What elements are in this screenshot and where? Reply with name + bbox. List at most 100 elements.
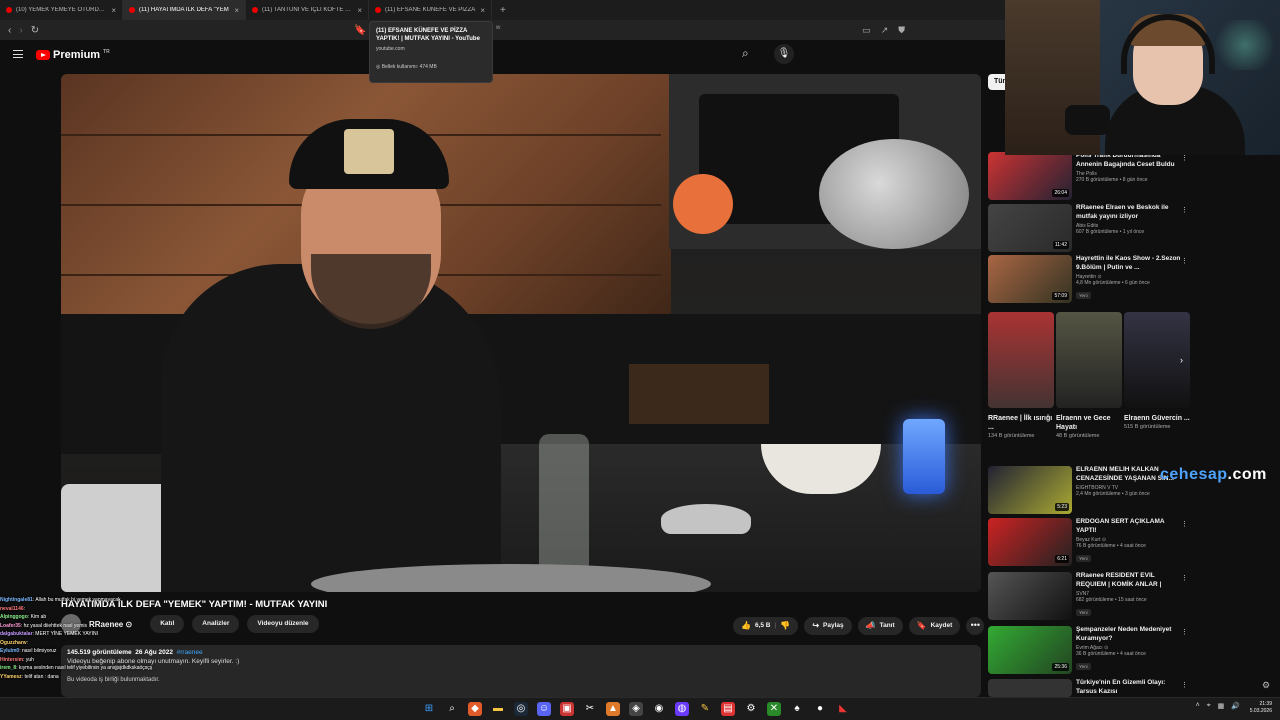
shield-icon[interactable]: ⛊ bbox=[898, 25, 905, 36]
share-page-icon[interactable]: ↗ bbox=[881, 25, 889, 36]
new-badge: Yeni bbox=[1076, 663, 1091, 670]
new-badge: Yeni bbox=[1076, 555, 1091, 562]
recommended-video[interactable]: 25:36 Şempanzeler Neden Medeniyet Kuramı… bbox=[988, 626, 1188, 674]
windows-start-icon[interactable]: ⊞ bbox=[422, 702, 436, 716]
vlc-icon[interactable]: ▲ bbox=[606, 702, 620, 716]
more-vert-icon[interactable]: ⋮ bbox=[1181, 257, 1188, 265]
microphone-icon[interactable]: 🎙 bbox=[774, 44, 794, 64]
gear-icon[interactable]: ⚙ bbox=[1262, 680, 1270, 691]
video-thumbnail[interactable]: 11:42 bbox=[988, 204, 1072, 252]
youtube-favicon-icon bbox=[252, 7, 258, 13]
new-tab-button[interactable]: + bbox=[492, 5, 514, 16]
browser-tab[interactable]: (11) TANTUNİ VE İÇLİ KÖFTE YAPTIK× bbox=[246, 0, 369, 20]
chat-message: irem_8: kıyma seslnden nasıl telif yiyeb… bbox=[0, 665, 153, 671]
excel-icon[interactable]: ✕ bbox=[767, 702, 781, 716]
thumbs-down-icon[interactable]: 👎 bbox=[780, 617, 790, 635]
media-app-icon[interactable]: ▣ bbox=[560, 702, 574, 716]
picture-in-picture-camera bbox=[669, 74, 981, 249]
recommended-video[interactable]: 5:23 ELRAENN MELİH KALKAN CENAZESİNDE YA… bbox=[988, 466, 1188, 514]
video-thumbnail[interactable]: 6:21 bbox=[988, 518, 1072, 566]
more-vert-icon[interactable]: ⋮ bbox=[1181, 681, 1188, 689]
volume-icon[interactable]: 🔊 bbox=[1231, 702, 1240, 710]
share-button[interactable]: ↪ Paylaş bbox=[804, 617, 852, 635]
app-icon[interactable]: ♠ bbox=[790, 702, 804, 716]
bookmark-icon[interactable]: 🔖 bbox=[354, 25, 366, 36]
app-icon[interactable]: ◍ bbox=[675, 702, 689, 716]
file-explorer-icon[interactable]: ▬ bbox=[491, 702, 505, 716]
video-thumbnail[interactable]: 5:23 bbox=[988, 466, 1072, 514]
chat-message: Nightingale81: Allah bu mutfak bi yemek … bbox=[0, 597, 121, 603]
video-thumbnail[interactable]: 26:04 bbox=[988, 152, 1072, 200]
short-info[interactable]: Elraenn Güvercin ... 515 B görüntüleme bbox=[1124, 414, 1190, 432]
chat-message: Eylulm0: nasıl bilmiyoruz bbox=[0, 648, 57, 654]
close-tab-icon[interactable]: × bbox=[480, 6, 485, 15]
reload-icon[interactable]: ↻ bbox=[31, 25, 39, 36]
browser-tab[interactable]: (10) YEMEK YEMEYE OTURDUK, AZA× bbox=[0, 0, 123, 20]
close-tab-icon[interactable]: × bbox=[234, 6, 239, 15]
settings-gear-icon[interactable]: ⚙ bbox=[744, 702, 758, 716]
app-icon[interactable]: ● bbox=[813, 702, 827, 716]
browser-tab-active[interactable]: (11) HAYATIMDA İLK DEFA "YEM × bbox=[123, 0, 246, 20]
more-vert-icon[interactable]: ⋮ bbox=[1181, 574, 1188, 582]
url-text[interactable]: w bbox=[496, 25, 500, 31]
capcut-icon[interactable]: ✂ bbox=[583, 702, 597, 716]
more-vert-icon[interactable]: ⋮ bbox=[1181, 154, 1188, 162]
recommended-video[interactable]: 11:42 RRaenee Elraen ve Beskok ile mutfa… bbox=[988, 204, 1188, 252]
search-icon[interactable]: ⌕ bbox=[742, 46, 758, 62]
chat-message: Hintersim: yuh bbox=[0, 656, 34, 663]
discord-icon[interactable]: ☺ bbox=[537, 702, 551, 716]
close-tab-icon[interactable]: × bbox=[111, 6, 116, 15]
network-icon[interactable]: ▦ bbox=[1218, 702, 1225, 710]
search-icon[interactable]: ⌕ bbox=[445, 702, 459, 716]
steam-icon[interactable]: ◎ bbox=[514, 702, 528, 716]
pdf-icon[interactable]: ▤ bbox=[721, 702, 735, 716]
close-tab-icon[interactable]: × bbox=[357, 6, 362, 15]
chevron-up-icon[interactable]: ˄ bbox=[1196, 702, 1200, 710]
brave-browser-icon[interactable]: ◆ bbox=[468, 702, 482, 716]
chevron-right-icon[interactable]: › bbox=[1180, 355, 1183, 365]
app-icon[interactable]: ◣ bbox=[836, 702, 850, 716]
video-thumbnail[interactable]: 25:36 bbox=[988, 626, 1072, 674]
chat-message: neval1146: bbox=[0, 605, 26, 612]
new-badge: Yeni bbox=[1076, 292, 1091, 299]
more-actions-button[interactable]: ••• bbox=[966, 617, 985, 635]
obs-icon[interactable]: ◉ bbox=[652, 702, 666, 716]
short-thumbnail[interactable] bbox=[988, 312, 1054, 408]
cap-patch bbox=[344, 129, 394, 174]
video-thumbnail[interactable] bbox=[988, 679, 1072, 697]
chat-message: dalgabuktalar: MERT YİNE YEMEK YAYINI bbox=[0, 631, 99, 637]
recommended-video[interactable]: Türkiye'nin En Gizemli Olayı: Tarsus Kaz… bbox=[988, 679, 1188, 697]
chat-message: Alpinggogo: Kim ab bbox=[0, 614, 47, 620]
video-thumbnail[interactable] bbox=[988, 572, 1072, 620]
recommended-video[interactable]: 57:09 Hayrettin ile Kaos Show - 2.Sezon … bbox=[988, 255, 1188, 303]
stream-chat-overlay: Nightingale81: Allah bu mutfak bi yemek … bbox=[0, 596, 300, 681]
system-clock[interactable]: 21:39 5.03.2026 bbox=[1250, 701, 1272, 715]
recommended-video[interactable]: RRaenee RESIDENT EVIL REQUIEM | KOMİK AN… bbox=[988, 572, 1188, 620]
pin-icon[interactable]: ⌖ bbox=[1207, 702, 1211, 710]
recommended-video[interactable]: 6:21 ERDOĞAN SERT AÇIKLAMA YAPTI! Beyaz … bbox=[988, 518, 1188, 566]
tab-search-icon[interactable]: ▭ bbox=[862, 25, 871, 36]
recommended-video[interactable]: 26:04 Polis Trafik Durdurmasında Annenin… bbox=[988, 152, 1188, 200]
like-button[interactable]: 👍 6,5 B | 👎 bbox=[733, 617, 799, 635]
megaphone-icon: 📣 bbox=[865, 621, 876, 630]
hamburger-menu-icon[interactable] bbox=[13, 50, 23, 58]
app-icon[interactable]: ◈ bbox=[629, 702, 643, 716]
youtube-logo[interactable]: Premium TR bbox=[36, 49, 110, 61]
video-thumbnail[interactable]: 57:09 bbox=[988, 255, 1072, 303]
promote-button[interactable]: 📣 Tanıt bbox=[857, 617, 903, 635]
short-thumbnail[interactable] bbox=[1056, 312, 1122, 408]
forward-arrow-icon[interactable]: › bbox=[19, 25, 22, 36]
address-bar-row: ‹ › ↻ 🔖 w ▭ ↗ ⛊ bbox=[0, 20, 1005, 40]
short-info[interactable]: Elraenn ve Gece Hayatı 48 B görüntüleme bbox=[1056, 414, 1122, 441]
more-vert-icon[interactable]: ⋮ bbox=[1181, 628, 1188, 636]
more-vert-icon[interactable]: ⋮ bbox=[1181, 206, 1188, 214]
more-vert-icon[interactable]: ⋮ bbox=[1181, 520, 1188, 528]
back-arrow-icon[interactable]: ‹ bbox=[8, 25, 11, 36]
youtube-favicon-icon bbox=[129, 7, 135, 13]
notes-icon[interactable]: ✎ bbox=[698, 702, 712, 716]
bookmark-icon: 🔖 bbox=[916, 621, 927, 630]
video-player[interactable] bbox=[61, 74, 981, 592]
save-button[interactable]: 🔖 Kaydet bbox=[908, 617, 961, 635]
short-info[interactable]: RRaenee | İlk ısırığı ... 134 B görüntül… bbox=[988, 414, 1054, 441]
browser-tab[interactable]: (11) EFSANE KÜNEFE VE PİZZA × bbox=[369, 0, 492, 20]
